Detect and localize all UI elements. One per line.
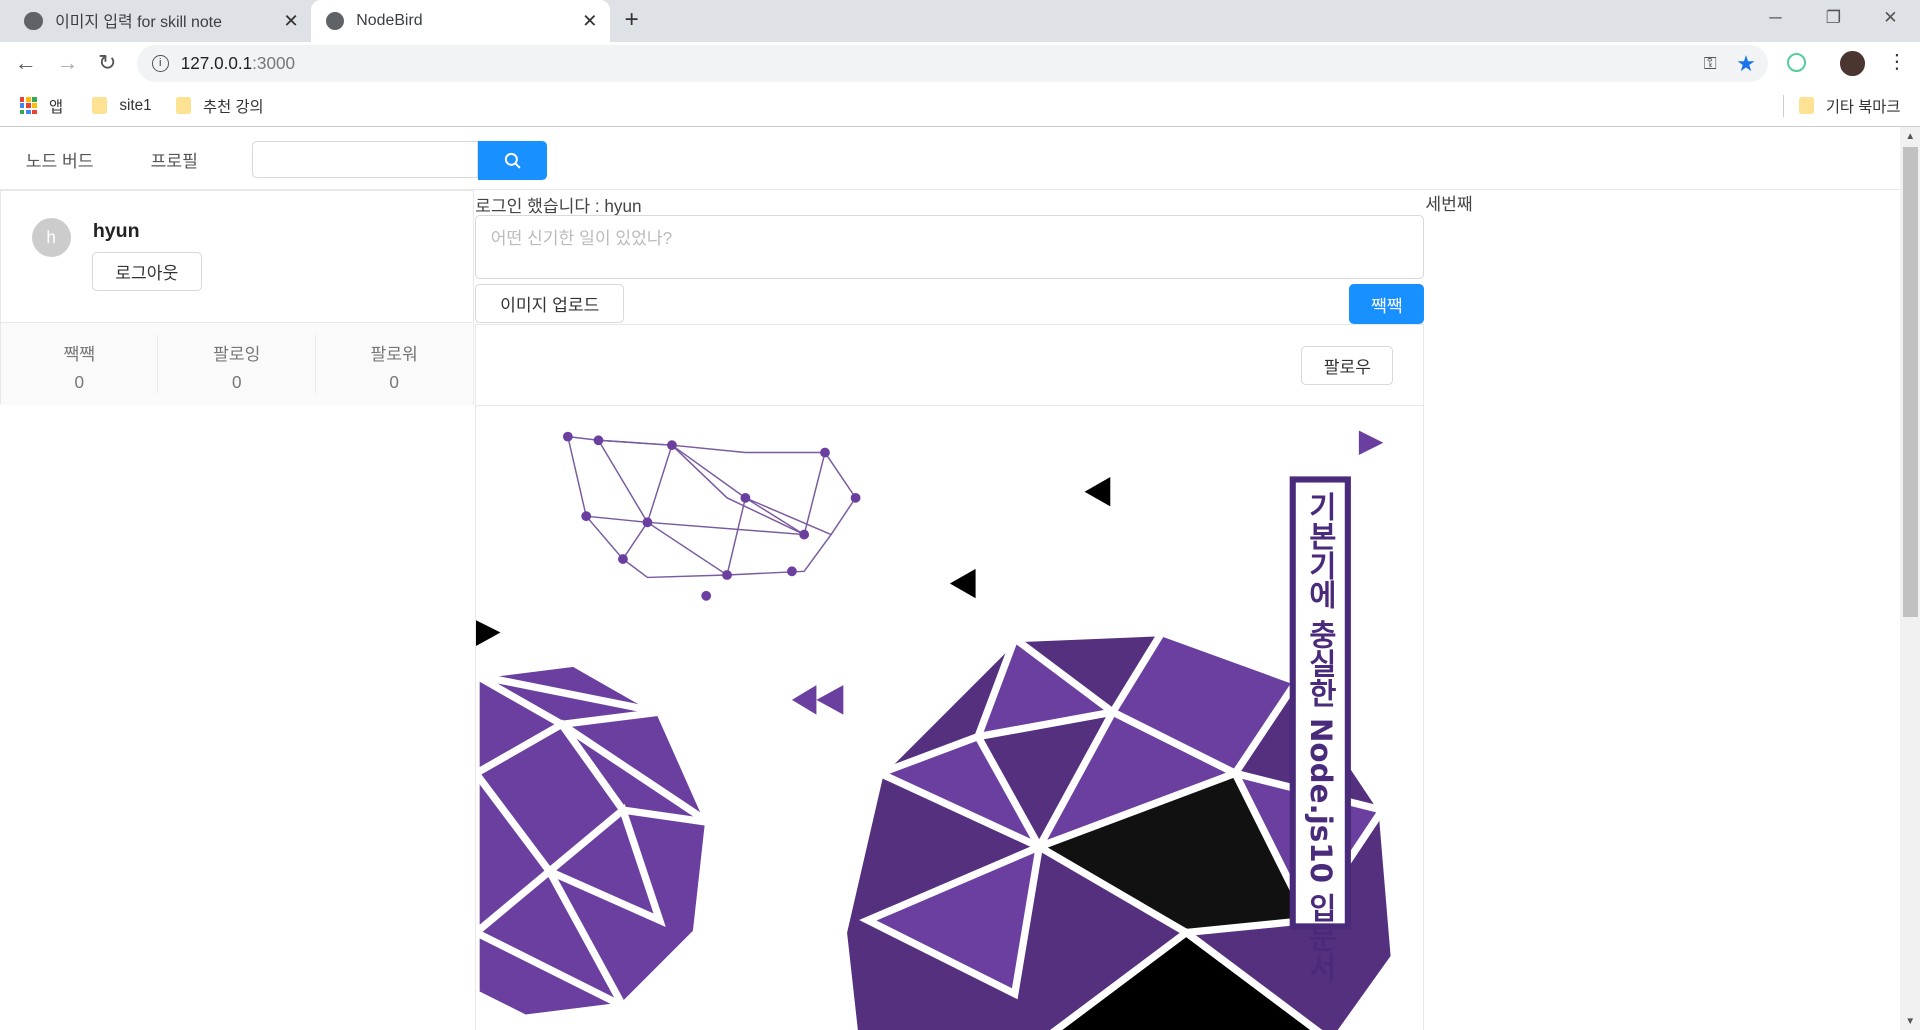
menu-home[interactable]: 노드 버드 [26,147,94,172]
browser-toolbar: ← → ↻ i 127.0.0.1:3000 ⚿ ★ ⋮ [0,41,1920,86]
bookmark-site1[interactable]: site1 [92,97,152,115]
extension-icon[interactable] [1786,52,1807,73]
close-window-icon[interactable]: ✕ [1883,7,1897,28]
star-icon[interactable]: ★ [1736,51,1756,77]
bookmark-recommended[interactable]: 추천 강의 [176,95,264,117]
image-upload-button[interactable]: 이미지 업로드 [475,284,625,324]
side-text: 세번째 [1425,193,1473,214]
scrollbar[interactable]: ▲ ▼ [1900,127,1920,1030]
folder-icon [1798,97,1814,115]
login-status: 로그인 했습니다 : hyun [475,196,642,217]
tab-inactive[interactable]: 이미지 입력 for skill note ✕ [24,0,311,42]
bookmarks-bar: 앱 site1 추천 강의 기타 북마크 [0,86,1920,128]
bookmark-other[interactable]: 기타 북마크 [1783,94,1900,117]
bookmark-apps[interactable]: 앱 [19,95,63,117]
avatar: h [31,217,71,257]
profile-avatar[interactable] [1840,51,1865,76]
minimize-icon[interactable]: ─ [1769,7,1781,28]
key-icon[interactable]: ⚿ [1704,53,1717,74]
search-icon [504,152,521,169]
stat-following[interactable]: 팔로잉 0 [158,335,316,393]
forward-icon[interactable]: → [56,50,78,76]
reload-icon[interactable]: ↻ [98,50,116,76]
page-content: 노드 버드 프로필 h hyun 로그아웃 짹짹 0 팔로잉 0 팔로워 0 로그인 … [0,127,1901,1030]
globe-icon [325,11,345,30]
follow-button[interactable]: 팔로우 [1301,346,1394,386]
post-card-header: 팔로우 [475,324,1425,406]
menu-profile[interactable]: 프로필 [151,147,198,172]
close-tab-icon[interactable]: ✕ [283,10,298,32]
scrollbar-thumb[interactable] [1902,146,1918,618]
stat-posts[interactable]: 짹짹 0 [1,335,159,393]
book-title-text: 기본기에 충실한 Node.js10 입문서 [1304,492,1338,982]
user-name: hyun [92,220,140,243]
new-tab-button[interactable]: + [624,6,638,34]
tab-strip: 이미지 입력 for skill note ✕ NodeBird ✕ + ─ ❐ ✕ [0,0,1920,42]
logout-button[interactable]: 로그아웃 [91,252,202,292]
back-icon[interactable]: ← [15,50,37,76]
submit-post-button[interactable]: 짹짹 [1349,284,1425,325]
menu-icon[interactable]: ⋮ [1887,50,1907,74]
folder-icon [92,97,108,115]
close-tab-icon[interactable]: ✕ [582,10,597,32]
address-bar[interactable]: i 127.0.0.1:3000 ⚿ ★ [137,45,1769,83]
search-input[interactable] [252,140,478,178]
profile-card: h hyun 로그아웃 짹짹 0 팔로잉 0 팔로워 0 [0,189,474,405]
apps-icon [19,97,37,115]
post-textarea[interactable]: 어떤 신기한 일이 있었나? [475,215,1425,280]
book-cover-graphic: 기본기에 충실한 Node.js10 입문서 [476,430,1399,1030]
stat-followers[interactable]: 팔로워 0 [316,335,472,393]
folder-icon [176,97,191,115]
search-button[interactable] [477,140,548,180]
info-icon[interactable]: i [151,55,169,72]
tab-active[interactable]: NodeBird ✕ [311,0,610,42]
restore-icon[interactable]: ❐ [1826,7,1841,28]
app-header: 노드 버드 프로필 [0,127,1901,190]
profile-stats: 짹짹 0 팔로잉 0 팔로워 0 [1,321,473,405]
globe-icon [24,11,43,30]
post-image: 기본기에 충실한 Node.js10 입문서 [475,405,1425,1030]
